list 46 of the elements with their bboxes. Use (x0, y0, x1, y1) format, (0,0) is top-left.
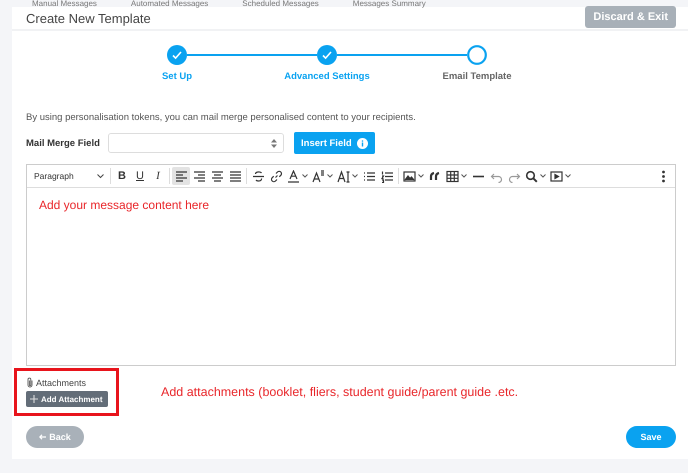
toolbar-button[interactable] (285, 167, 310, 185)
format-button[interactable]: I (149, 167, 167, 185)
intro-text: By using personalisation tokens, you can mail merge personalised content to your recipients. (26, 112, 417, 123)
annotation-text: Add attachments (booklet, fliers, student guide/parent guide .etc. (161, 385, 518, 399)
plus-icon (30, 395, 38, 403)
nav-tab[interactable]: Automated Messages (130, 0, 208, 7)
strike-icon (252, 170, 264, 182)
superscript-icon (312, 170, 325, 182)
field-label: Mail Merge Field (26, 138, 101, 148)
message-text: Add your message content here (39, 198, 210, 212)
format-button[interactable]: U (131, 167, 149, 185)
save-button[interactable]: Save (626, 426, 676, 448)
align-left-icon (174, 170, 188, 182)
step-label[interactable]: Set Up (162, 71, 192, 82)
align-right-icon (192, 170, 206, 182)
back-button[interactable]: Back (26, 426, 84, 448)
info-icon (356, 138, 368, 148)
nav-tab[interactable]: Messages Summary (352, 0, 426, 7)
arrow-left-icon (39, 434, 46, 440)
nav-tab[interactable]: Manual Messages (32, 0, 97, 7)
discard-exit-button[interactable]: Discard & Exit (585, 6, 676, 28)
quote-icon (428, 170, 442, 182)
step-label[interactable]: Advanced Settings (284, 71, 370, 82)
insert-field-button[interactable]: Insert Field (294, 132, 375, 154)
image-icon (403, 170, 416, 182)
search-icon (525, 170, 538, 182)
paperclip-icon (26, 377, 34, 388)
table-icon (446, 170, 459, 182)
bullets-icon (362, 170, 376, 182)
media-icon (550, 170, 563, 182)
align-center-icon (210, 170, 224, 182)
align-justify-icon (228, 170, 242, 182)
caret-icon (97, 174, 104, 178)
add-attachment-button[interactable]: Add Attachment (26, 391, 108, 407)
nav-tab[interactable]: Scheduled Messages (242, 0, 319, 7)
sort-arrows-icon (271, 138, 277, 148)
block-format-dropdown[interactable]: Paragraph (30, 167, 108, 185)
attachments-label: Attachments (36, 378, 86, 388)
font-size-icon (337, 170, 350, 182)
format-button[interactable]: B (113, 167, 131, 185)
numbers-icon (380, 170, 394, 182)
link-icon (270, 170, 282, 182)
page-title: Create New Template (26, 10, 151, 26)
toolbar-button[interactable] (172, 167, 190, 185)
font-color-icon (287, 170, 300, 182)
step-label[interactable]: Email Template (442, 71, 512, 82)
